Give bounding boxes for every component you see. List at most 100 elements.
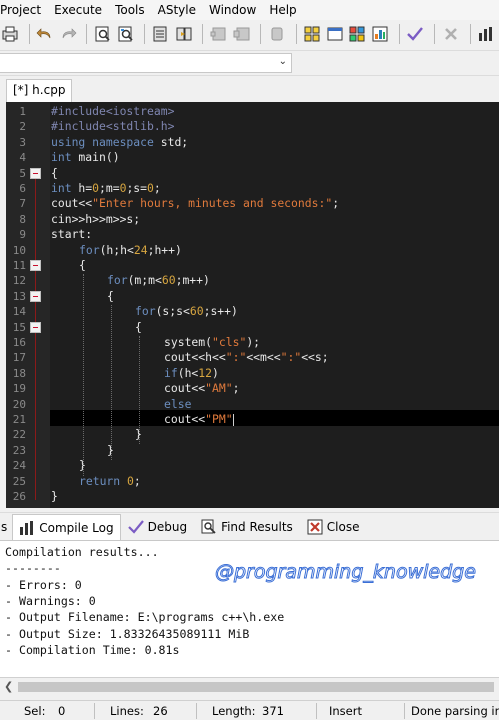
stop-button[interactable]	[267, 23, 287, 45]
menu-tools[interactable]: Tools	[115, 3, 151, 17]
code-editor[interactable]: 1 2 3 4 5 6 7 8 9 10 11 12 13 14 15 16 1…	[6, 102, 499, 508]
layout-grid-button[interactable]	[303, 23, 323, 45]
step-button[interactable]	[232, 23, 252, 45]
print-button[interactable]	[0, 23, 20, 45]
check-icon	[127, 520, 144, 534]
replace-button[interactable]	[116, 23, 136, 45]
tab-partial[interactable]: s	[0, 514, 12, 540]
class-browser-row: ⌄	[0, 50, 499, 76]
status-bar: Sel: 0 Lines: 26 Length: 371 Insert Done…	[0, 700, 499, 720]
code-text: {	[107, 288, 114, 303]
log-line: - Compilation Time: 0.81s	[5, 642, 180, 657]
number-literal: 12	[198, 365, 213, 380]
scrollbar-thumb[interactable]	[18, 682, 494, 692]
chevron-down-icon: ⌄	[278, 56, 287, 67]
close-icon	[307, 519, 323, 535]
menu-help[interactable]: Help	[269, 3, 302, 17]
fold-toggle-icon[interactable]	[30, 260, 41, 271]
toolbar-separator	[86, 24, 88, 44]
code-text: ;s++)	[203, 304, 238, 319]
tiles-button[interactable]	[348, 23, 368, 45]
redo-button[interactable]	[58, 23, 78, 45]
keyword: for	[107, 273, 128, 288]
code-text: cin>>h>>m>>s;	[51, 211, 141, 226]
keyword: else	[164, 396, 192, 411]
fold-toggle-icon[interactable]	[30, 291, 41, 302]
chart-button[interactable]	[370, 23, 390, 45]
fold-line	[35, 176, 36, 500]
debug-button[interactable]	[209, 23, 229, 45]
code-text: }	[51, 489, 58, 503]
code-line: using namespace std;	[51, 135, 188, 150]
code-text: (h<	[177, 365, 199, 380]
code-line: for(s;s<60;s++)	[135, 304, 238, 319]
fold-toggle-icon[interactable]	[30, 168, 41, 179]
scroll-left-icon[interactable]: ❮	[4, 680, 13, 693]
code-text: ;m=	[99, 181, 120, 195]
function-dropdown[interactable]: ⌄	[0, 53, 292, 73]
code-line: else	[164, 397, 191, 412]
indent-guide	[111, 305, 112, 460]
menu-window[interactable]: Window	[209, 3, 262, 17]
code-line: }	[107, 443, 114, 458]
toolbar-separator	[260, 24, 262, 44]
tab-label: Close	[326, 520, 360, 534]
status-divider	[196, 703, 197, 719]
code-text: ;	[133, 473, 141, 488]
bar-chart-icon	[479, 27, 493, 41]
line-number: 14	[12, 305, 26, 319]
toolbar-separator	[28, 24, 30, 44]
code-text: )	[212, 365, 219, 380]
code-text: cout<<	[164, 412, 206, 426]
watermark-text: @programming_knowledge	[215, 561, 477, 584]
undo-button[interactable]	[35, 23, 55, 45]
window-button[interactable]	[325, 23, 345, 45]
toolbar-separator	[295, 24, 297, 44]
tab-compile-log[interactable]: Compile Log	[12, 514, 121, 540]
code-text: ;	[232, 381, 240, 396]
tab-label: s	[1, 520, 8, 534]
line-number: 13	[12, 289, 26, 303]
horizontal-scrollbar[interactable]: ❮	[0, 677, 499, 695]
stop-icon	[271, 27, 283, 41]
code-text: (m;m<	[127, 273, 162, 288]
tab-close[interactable]: Close	[300, 514, 367, 540]
line-number: 21	[12, 413, 26, 426]
line-number: 19	[12, 382, 26, 396]
toolbar	[0, 20, 499, 48]
toolbar-separator	[434, 24, 436, 44]
fold-toggle-icon[interactable]	[30, 322, 41, 333]
menu-project[interactable]: Project	[0, 3, 47, 17]
code-line: }	[135, 427, 142, 442]
run-button[interactable]	[174, 23, 194, 45]
sel-label: Sel:	[24, 704, 46, 718]
line-number: 26	[12, 490, 26, 503]
bar-chart-button[interactable]	[477, 23, 497, 45]
string-literal: "Enter hours, minutes and seconds:"	[92, 196, 333, 211]
code-text: ;	[332, 196, 340, 211]
step-icon	[233, 27, 250, 41]
lines-label: Lines:	[110, 704, 144, 718]
code-text: std;	[153, 134, 189, 149]
status-divider	[404, 703, 405, 719]
tab-debug[interactable]: Debug	[121, 514, 194, 540]
find-button[interactable]	[93, 23, 113, 45]
text-caret	[232, 413, 234, 426]
code-text: {	[135, 319, 142, 334]
preprocessor-directive: #include<stdlib.h>	[51, 119, 175, 134]
toolbar-separator	[398, 24, 400, 44]
code-line: {	[107, 289, 114, 304]
cancel-button[interactable]	[441, 23, 461, 45]
code-line: {	[51, 166, 58, 181]
code-text: cout<<h<<	[164, 350, 226, 365]
find-icon	[201, 519, 216, 534]
tab-h-cpp[interactable]: [*] h.cpp	[6, 79, 73, 102]
menu-execute[interactable]: Execute	[54, 3, 108, 17]
compile-log-output[interactable]: Compilation results... -------- - Errors…	[0, 540, 499, 677]
tab-find-results[interactable]: Find Results	[194, 514, 300, 540]
keyword: int	[51, 150, 72, 165]
check-button[interactable]	[406, 23, 426, 45]
menu-astyle[interactable]: AStyle	[158, 3, 202, 17]
code-line: cout<<h<<":"<<m<<":"<<s;	[164, 350, 329, 365]
compile-button[interactable]	[151, 23, 171, 45]
